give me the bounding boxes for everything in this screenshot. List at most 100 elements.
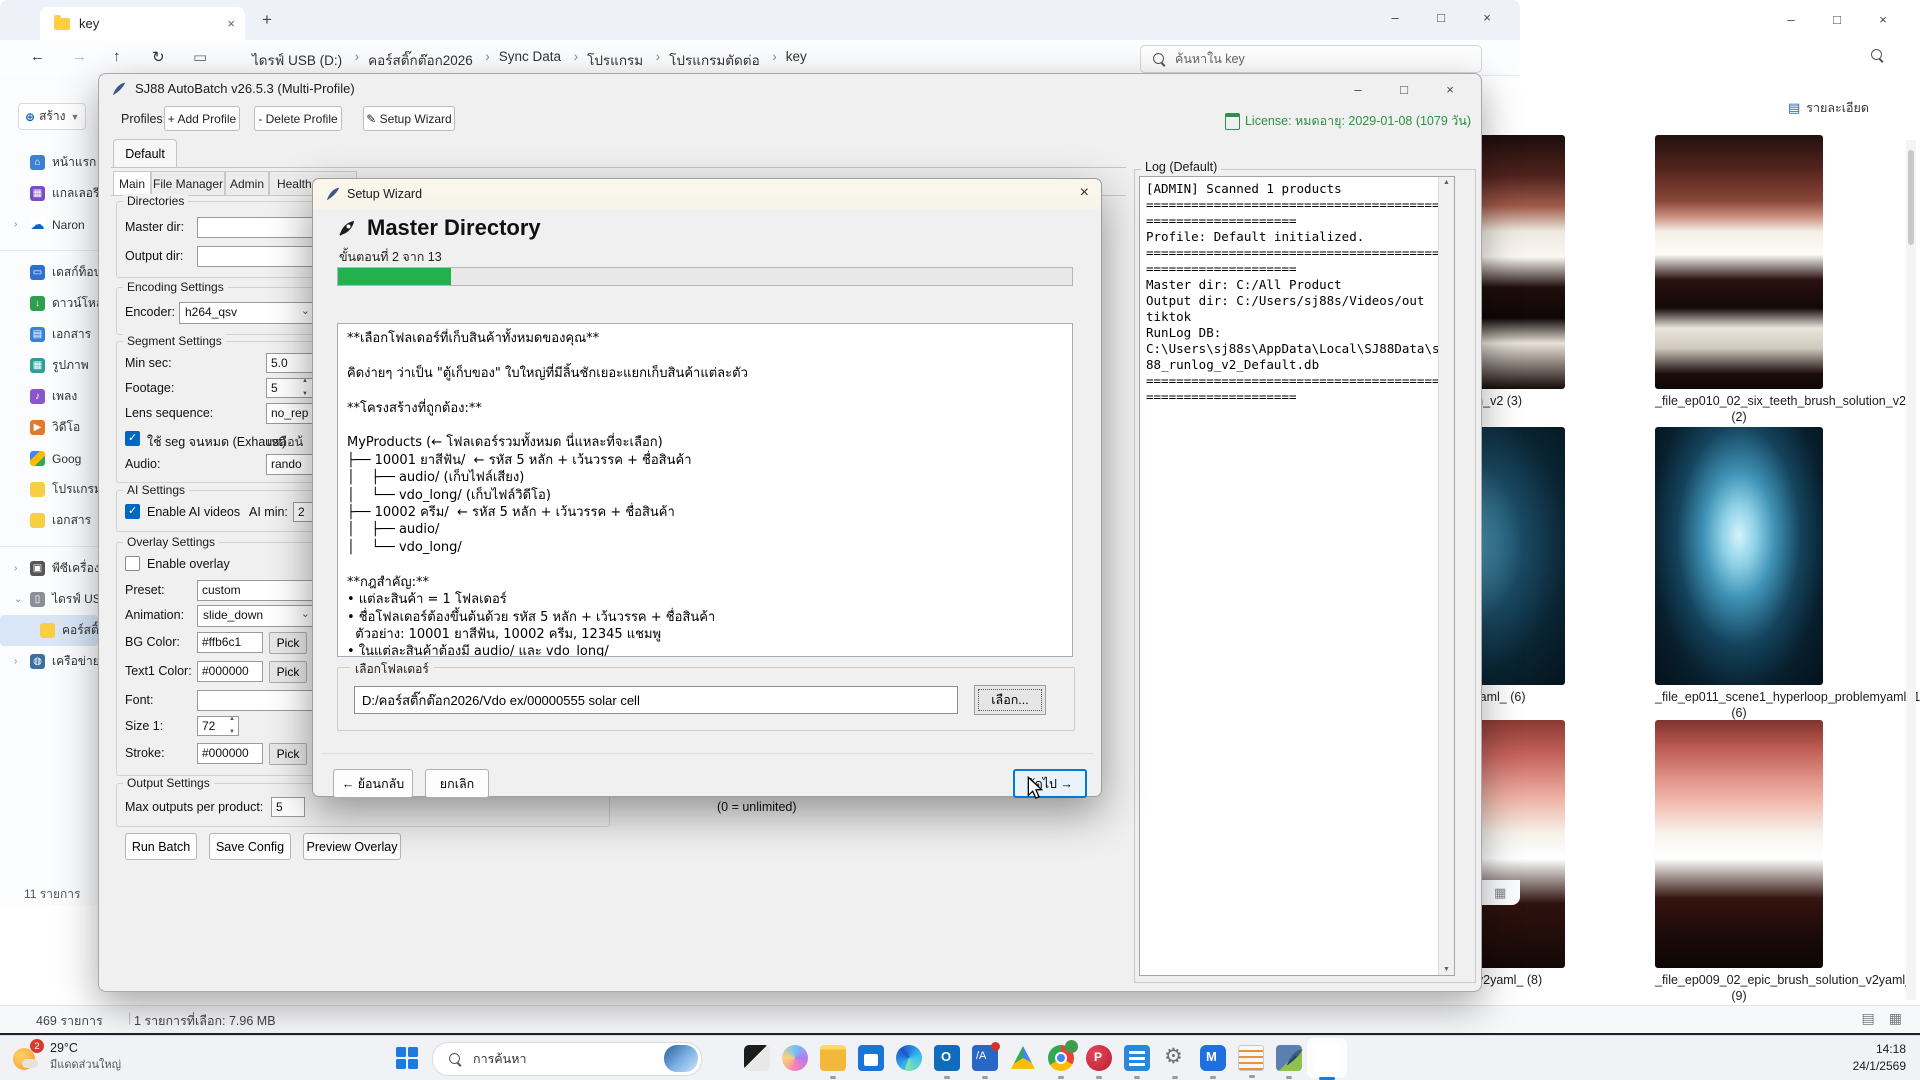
- taskbar-search[interactable]: การค้นหา: [432, 1042, 702, 1076]
- bg-color-input[interactable]: #ffb6c1: [197, 632, 263, 653]
- microsoft-store-icon[interactable]: [858, 1045, 884, 1071]
- close-tab-icon[interactable]: ×: [227, 16, 235, 31]
- sidebar-item-gallery[interactable]: ▦ แกลเลอรี: [0, 178, 98, 209]
- search-highlight-icon[interactable]: [706, 1045, 732, 1071]
- scrollbar[interactable]: [1906, 140, 1916, 1000]
- chevron-icon[interactable]: ›: [14, 219, 17, 230]
- explorer-tab-key[interactable]: key ×: [40, 7, 245, 40]
- up-icon[interactable]: ↑: [113, 48, 121, 65]
- sidebar-item-folder-programs[interactable]: โปรแกรม: [0, 474, 98, 505]
- text1-color-input[interactable]: #000000: [197, 661, 263, 682]
- sidebar-item[interactable]: [0, 240, 98, 251]
- tab-file-manager[interactable]: File Manager: [151, 171, 225, 196]
- edge-icon[interactable]: [896, 1045, 922, 1071]
- sidebar-item-home[interactable]: ⌂ หน้าแรก: [0, 147, 98, 178]
- stroke-pick-button[interactable]: Pick: [269, 743, 307, 765]
- back-button[interactable]: ← ย้อนกลับ: [333, 769, 413, 798]
- folder-path-input[interactable]: D:/คอร์สติ๊กต๊อก2026/Vdo ex/00000555 sol…: [354, 686, 958, 714]
- close-icon[interactable]: ×: [1860, 6, 1906, 32]
- chevron-icon[interactable]: ›: [14, 563, 17, 574]
- min-sec-input[interactable]: 5.0: [266, 353, 313, 373]
- encoder-select[interactable]: h264_qsv: [179, 302, 315, 324]
- max-outputs-input[interactable]: 5: [271, 797, 305, 817]
- view-toggle-icons[interactable]: ▤▦: [1862, 1010, 1902, 1027]
- sidebar-item-usb-drive[interactable]: ⌄ ▯ ไดรฟ์ USB: [0, 584, 98, 615]
- sidebar-item-this-pc[interactable]: › ▣ พีซีเครื่องนี้: [0, 553, 98, 584]
- sidebar-item-documents[interactable]: ▤ เอกสาร: [0, 319, 98, 350]
- save-config-button[interactable]: Save Config: [209, 833, 291, 860]
- font-input[interactable]: [197, 690, 315, 711]
- maximize-icon[interactable]: □: [1814, 6, 1860, 32]
- task-view-icon[interactable]: [744, 1045, 770, 1071]
- add-profile-button[interactable]: + Add Profile: [164, 106, 240, 131]
- minimize-icon[interactable]: –: [1372, 4, 1418, 30]
- python-feather-icon[interactable]: [1284, 1045, 1306, 1069]
- search-icon[interactable]: [1869, 47, 1885, 63]
- refresh-icon[interactable]: ↻: [152, 48, 165, 66]
- enable-overlay-checkbox[interactable]: [125, 556, 140, 571]
- breadcrumb-item[interactable]: โปรแกรมตัดต่อ: [669, 49, 760, 71]
- sidebar-item[interactable]: [0, 536, 98, 547]
- details-toggle[interactable]: ▤ รายละเอียด: [1788, 98, 1869, 118]
- chevron-icon[interactable]: ⌄: [14, 594, 22, 605]
- thumb-view-icon[interactable]: ▦: [1494, 885, 1506, 901]
- run-batch-button[interactable]: Run Batch: [125, 833, 197, 860]
- breadcrumb-item[interactable]: ไดรฟ์ USB (D:): [252, 49, 342, 71]
- minimize-icon[interactable]: –: [1335, 76, 1381, 102]
- sidebar-item-pictures[interactable]: ▦ รูปภาพ: [0, 350, 98, 381]
- setup-wizard-button[interactable]: ✎ Setup Wizard: [363, 106, 455, 131]
- preset-input[interactable]: custom: [197, 580, 315, 601]
- close-icon[interactable]: ×: [1080, 184, 1089, 202]
- _file_ep010_02_six_teeth_brush_solution_v2 (2)[interactable]: _file_ep010_02_six_teeth_brush_solution_…: [1655, 135, 1823, 425]
- wizard-instructions[interactable]: **เลือกโฟลเดอร์ที่เก็บสินค้าทั้งหมดของคุ…: [337, 323, 1073, 657]
- maximize-icon[interactable]: □: [1418, 4, 1464, 30]
- sidebar-item-onedrive[interactable]: › ☁ Naron: [0, 209, 98, 240]
- weather-widget[interactable]: 2 29°C มีแดดส่วนใหญ่: [12, 1041, 121, 1073]
- profile-tab-default[interactable]: Default: [113, 139, 177, 168]
- log-scrollbar[interactable]: [1438, 177, 1454, 975]
- cancel-button[interactable]: ยกเลิก: [425, 769, 489, 798]
- explorer-search-box[interactable]: ค้นหาใน key: [1140, 45, 1482, 73]
- office-icon[interactable]: [1086, 1045, 1112, 1071]
- sidebar-item-folder-docs[interactable]: เอกสาร: [0, 505, 98, 536]
- breadcrumb-item[interactable]: key: [786, 49, 807, 71]
- forward-icon[interactable]: →: [72, 48, 87, 65]
- breadcrumb-item[interactable]: Sync Data: [499, 49, 561, 71]
- log-output[interactable]: [ADMIN] Scanned 1 products =============…: [1139, 176, 1455, 976]
- chevron-icon[interactable]: ›: [14, 656, 17, 667]
- audio-input[interactable]: rando: [266, 454, 313, 475]
- sidebar-item-desktop[interactable]: ▭ เดสก์ท็อป: [0, 257, 98, 288]
- _file_ep011_scene1_hyperloop_problemyaml_1 (6)[interactable]: _file_ep011_scene1_hyperloop_problemyaml…: [1655, 427, 1823, 721]
- breadcrumb-item[interactable]: โปรแกรม: [587, 49, 643, 71]
- anydesk-icon[interactable]: [972, 1045, 998, 1071]
- back-icon[interactable]: ←: [30, 48, 45, 65]
- minimize-icon[interactable]: –: [1768, 6, 1814, 32]
- taskbar-clock[interactable]: 14:18 24/1/2569: [1853, 1041, 1906, 1075]
- close-icon[interactable]: ×: [1464, 4, 1510, 30]
- new-tab-button[interactable]: +: [262, 10, 272, 30]
- lens-sequence-input[interactable]: no_rep: [266, 403, 313, 424]
- sidebar-item-google-drive[interactable]: Goog: [0, 443, 98, 474]
- maximize-icon[interactable]: □: [1381, 76, 1427, 102]
- breadcrumb-item[interactable]: คอร์สติ๊กต๊อก2026: [368, 49, 473, 71]
- close-icon[interactable]: ×: [1427, 76, 1473, 102]
- exhaust-checkbox[interactable]: [125, 431, 140, 446]
- stroke-input[interactable]: #000000: [197, 743, 263, 764]
- sidebar-item-course-folder[interactable]: คอร์สติ๊ก: [0, 615, 98, 646]
- enable-ai-checkbox[interactable]: [125, 504, 140, 519]
- google-drive-icon[interactable]: [1010, 1045, 1036, 1071]
- size1-spinner[interactable]: [227, 716, 240, 736]
- notepad-icon[interactable]: [1238, 1045, 1264, 1071]
- sidebar-item-network[interactable]: › ◍ เครือข่าย: [0, 646, 98, 677]
- tiles-app-icon[interactable]: [1124, 1045, 1150, 1071]
- start-button[interactable]: [396, 1047, 420, 1071]
- _file_ep009_02_epic_brush_solution_v2yaml_ (9)[interactable]: _file_ep009_02_epic_brush_solution_v2yam…: [1655, 720, 1823, 1004]
- delete-profile-button[interactable]: - Delete Profile: [254, 106, 342, 131]
- file-explorer-icon[interactable]: [820, 1045, 846, 1071]
- animation-select[interactable]: slide_down: [197, 605, 315, 627]
- python-feather-icon[interactable]: [1314, 1045, 1340, 1071]
- bg-pick-button[interactable]: Pick: [269, 632, 307, 654]
- choose-folder-button[interactable]: เลือก...: [974, 685, 1046, 715]
- tab-admin[interactable]: Admin: [225, 171, 269, 196]
- sidebar-item-downloads[interactable]: ↓ ดาวน์โหลด: [0, 288, 98, 319]
